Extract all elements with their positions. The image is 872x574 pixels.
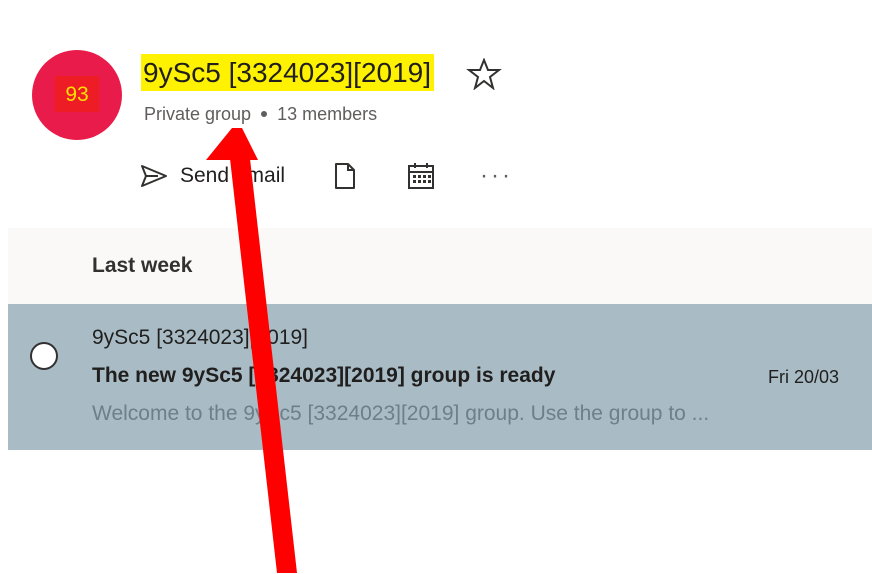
message-preview: Welcome to the 9ySc5 [3324023][2019] gro… (92, 402, 710, 425)
separator-dot (261, 110, 268, 117)
files-button[interactable] (333, 156, 367, 196)
section-header: Last week (8, 228, 872, 304)
send-email-button[interactable]: Send email (140, 156, 310, 196)
message-sender: 9ySc5 [3324023][2019] (92, 326, 309, 349)
send-icon (141, 165, 167, 187)
file-icon (335, 163, 355, 189)
message-row[interactable]: 9ySc5 [3324023][2019] The new 9ySc5 [332… (8, 304, 872, 450)
section-label: Last week (92, 254, 193, 277)
calendar-icon (408, 163, 434, 189)
group-header: 93 9ySc5 [3324023][2019] Private group 13… (0, 0, 872, 228)
group-toolbar: Send email ··· (140, 156, 540, 196)
group-title: 9ySc5 [3324023][2019] (141, 54, 435, 91)
calendar-button[interactable] (407, 156, 441, 196)
group-avatar[interactable]: 93 (32, 50, 122, 140)
group-meta: Private group 13 members (144, 101, 377, 127)
radio-unchecked-icon[interactable] (30, 342, 58, 370)
member-count[interactable]: 13 members (277, 104, 377, 124)
message-date: Fri 20/03 (768, 367, 840, 387)
avatar-initials: 93 (55, 76, 99, 112)
more-options-button[interactable]: ··· (480, 156, 520, 196)
group-privacy: Private group (144, 104, 252, 124)
star-icon[interactable] (466, 57, 502, 91)
send-email-label: Send email (180, 164, 286, 187)
message-subject: The new 9ySc5 [3324023][2019] group is r… (92, 364, 556, 387)
